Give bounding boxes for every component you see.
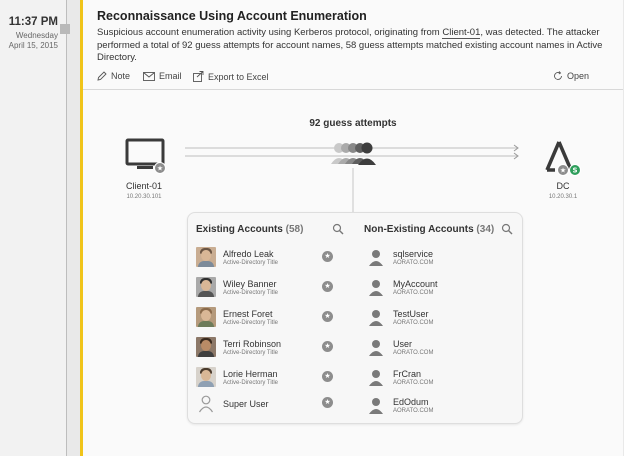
existing-title: Existing Accounts xyxy=(196,224,283,235)
user-photo xyxy=(196,247,216,267)
nonexisting-account-row[interactable]: MyAccount AORATO.COM xyxy=(366,277,516,299)
account-title: Active-Directory Title xyxy=(223,380,279,386)
star-icon[interactable]: ★ xyxy=(322,371,333,382)
export-icon xyxy=(193,71,204,82)
existing-accounts-header: Existing Accounts (58) xyxy=(196,224,303,235)
guess-attempts-icon xyxy=(331,142,376,165)
timeline-marker xyxy=(60,24,70,34)
existing-account-row[interactable]: Wiley Banner Active-Directory Title ★ xyxy=(196,277,344,299)
account-name: Alfredo Leak xyxy=(223,249,274,259)
pencil-icon xyxy=(97,71,107,81)
export-button[interactable]: Export to Excel xyxy=(193,71,269,82)
account-name: TestUser xyxy=(393,309,429,319)
account-name: EdOdum xyxy=(393,397,429,407)
nonexisting-accounts-header: Non-Existing Accounts (34) xyxy=(364,224,494,235)
computer-icon[interactable]: ★ xyxy=(125,138,167,174)
existing-account-row[interactable]: Lorie Herman Active-Directory Title ★ xyxy=(196,367,344,389)
user-photo xyxy=(196,367,216,387)
account-name: Ernest Foret xyxy=(223,309,273,319)
target-node-ip: 10.20.30.1 xyxy=(548,194,578,200)
user-photo xyxy=(196,307,216,327)
account-domain: AORATO.COM xyxy=(393,320,434,326)
source-node-ip: 10.20.30.101 xyxy=(126,194,162,200)
user-photo xyxy=(196,337,216,357)
account-name: sqlservice xyxy=(393,249,434,259)
domain-controller-icon[interactable]: ★ S xyxy=(543,138,585,178)
account-title: Active-Directory Title xyxy=(223,350,279,356)
email-button[interactable]: Email xyxy=(143,71,182,81)
desc-part-1: Suspicious account enumeration activity … xyxy=(97,27,443,38)
note-button[interactable]: Note xyxy=(97,71,130,81)
open-label: Open xyxy=(567,71,590,81)
account-name: MyAccount xyxy=(393,279,438,289)
account-name: Lorie Herman xyxy=(223,369,278,379)
nonexisting-account-row[interactable]: EdOdum AORATO.COM xyxy=(366,395,516,417)
account-title: Active-Directory Title xyxy=(223,290,279,296)
user-photo xyxy=(196,277,216,297)
star-icon[interactable]: ★ xyxy=(322,397,333,408)
target-node-name[interactable]: DC xyxy=(535,181,591,191)
event-day: Wednesday xyxy=(15,31,58,40)
star-icon[interactable]: ★ xyxy=(322,341,333,352)
user-icon xyxy=(369,398,383,414)
existing-account-row[interactable]: Ernest Foret Active-Directory Title ★ xyxy=(196,307,344,329)
star-icon[interactable]: ★ xyxy=(322,251,333,262)
open-button[interactable]: Open xyxy=(553,71,589,81)
timeline-column: 11:37 PM Wednesday April 15, 2015 xyxy=(0,0,67,456)
existing-count: (58) xyxy=(285,224,304,235)
account-domain: AORATO.COM xyxy=(393,380,434,386)
event-time: 11:37 PM xyxy=(8,16,58,28)
account-name: Super User xyxy=(223,399,269,409)
user-icon xyxy=(369,340,383,356)
source-link[interactable]: Client-01 xyxy=(442,27,481,39)
attack-diagram: 92 guess attempts ★ Client-01 10.20.30.1… xyxy=(83,90,623,456)
existing-account-row[interactable]: Super User ★ xyxy=(196,393,344,415)
account-name: User xyxy=(393,339,413,349)
timeline-line xyxy=(66,0,67,456)
svg-text:S: S xyxy=(572,167,577,175)
account-title: Active-Directory Title xyxy=(223,260,279,266)
nonexisting-count: (34) xyxy=(476,224,495,235)
refresh-icon xyxy=(554,71,562,80)
nonexisting-title: Non-Existing Accounts xyxy=(364,224,474,235)
email-label: Email xyxy=(159,71,182,81)
user-icon xyxy=(369,250,383,266)
user-icon xyxy=(369,310,383,326)
user-icon xyxy=(369,280,383,296)
alert-card: Reconnaissance Using Account Enumeration… xyxy=(80,0,623,456)
existing-account-row[interactable]: Alfredo Leak Active-Directory Title ★ xyxy=(196,247,344,269)
user-icon xyxy=(198,395,214,413)
star-icon[interactable]: ★ xyxy=(322,281,333,292)
star-icon[interactable]: ★ xyxy=(322,311,333,322)
accounts-panel: Existing Accounts (58) Non-Existing Acco… xyxy=(187,212,523,424)
user-icon xyxy=(369,370,383,386)
svg-text:★: ★ xyxy=(157,165,163,173)
search-icon[interactable] xyxy=(332,223,344,235)
envelope-icon xyxy=(143,71,155,81)
svg-text:★: ★ xyxy=(560,167,566,175)
nonexisting-account-row[interactable]: User AORATO.COM xyxy=(366,337,516,359)
alert-description: Suspicious account enumeration activity … xyxy=(97,27,612,65)
existing-account-row[interactable]: Terri Robinson Active-Directory Title ★ xyxy=(196,337,344,359)
source-node-name[interactable]: Client-01 xyxy=(113,181,175,191)
action-bar: Note Email Export to Excel Open xyxy=(97,71,612,87)
event-date: April 15, 2015 xyxy=(8,41,58,50)
account-domain: AORATO.COM xyxy=(393,350,434,356)
account-name: Terri Robinson xyxy=(223,339,282,349)
account-name: FrCran xyxy=(393,369,422,379)
account-title: Active-Directory Title xyxy=(223,320,279,326)
alert-header: Reconnaissance Using Account Enumeration… xyxy=(97,9,612,65)
account-name: Wiley Banner xyxy=(223,279,277,289)
account-domain: AORATO.COM xyxy=(393,290,434,296)
account-domain: AORATO.COM xyxy=(393,408,434,414)
note-label: Note xyxy=(111,71,131,81)
search-icon[interactable] xyxy=(501,223,513,235)
export-label: Export to Excel xyxy=(208,71,269,82)
account-domain: AORATO.COM xyxy=(393,260,434,266)
nonexisting-account-row[interactable]: FrCran AORATO.COM xyxy=(366,367,516,389)
alert-title: Reconnaissance Using Account Enumeration xyxy=(97,9,367,23)
nonexisting-account-row[interactable]: sqlservice AORATO.COM xyxy=(366,247,516,269)
nonexisting-account-row[interactable]: TestUser AORATO.COM xyxy=(366,307,516,329)
